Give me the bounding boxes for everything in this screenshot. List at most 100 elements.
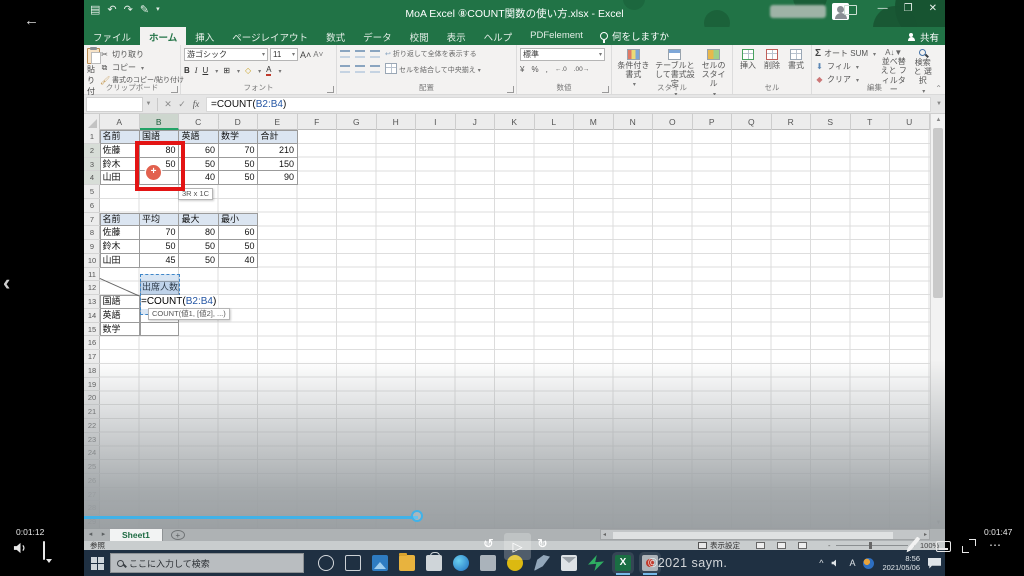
cell-A2[interactable]: 佐藤	[100, 143, 140, 158]
align-bottom-icon[interactable]	[370, 50, 380, 58]
cell-B15[interactable]	[139, 322, 179, 337]
column-header-O[interactable]: O	[653, 114, 693, 130]
cell-A15[interactable]: 数学	[100, 322, 140, 337]
row-header-17[interactable]: 17	[84, 350, 100, 364]
insert-function-button[interactable]: fx	[189, 99, 203, 109]
column-header-L[interactable]: L	[535, 114, 574, 130]
taskbar-icon-store[interactable]	[426, 552, 442, 571]
row-header-23[interactable]: 23	[84, 433, 100, 447]
formula-input[interactable]: =COUNT(B2:B4)	[206, 96, 931, 112]
cell-D8[interactable]: 60	[218, 226, 258, 241]
start-button[interactable]	[84, 550, 110, 576]
column-header-F[interactable]: F	[298, 114, 337, 130]
taskbar-icon-feather-app[interactable]	[534, 555, 550, 571]
cell-D4[interactable]: 50	[218, 171, 258, 186]
ime-indicator[interactable]: A	[849, 558, 855, 568]
vertical-scrollbar[interactable]: ▲ ▼	[930, 114, 945, 529]
scroll-up-icon[interactable]: ▲	[931, 114, 945, 126]
forward-30-button[interactable]: ↻ 30	[537, 537, 548, 550]
horizontal-scrollbar[interactable]: ◂ ▸	[600, 529, 930, 540]
mute-button[interactable]	[13, 541, 28, 559]
font-name-select[interactable]: 游ゴシック	[184, 48, 268, 61]
taskbar-search-input[interactable]: ここに入力して検索	[110, 553, 304, 573]
editing-cell-B13[interactable]: =COUNT(B2:B4)	[141, 295, 219, 309]
subtitles-button[interactable]	[936, 541, 951, 552]
page-layout-view-icon[interactable]	[777, 542, 786, 549]
font-size-select[interactable]: 11	[270, 48, 298, 61]
hscroll-left-icon[interactable]: ◂	[603, 530, 606, 540]
shrink-font-button[interactable]: A˅	[313, 50, 323, 59]
row-header-16[interactable]: 16	[84, 336, 100, 350]
cell-A7[interactable]: 名前	[100, 212, 140, 227]
taskbar-icon-mail[interactable]	[561, 555, 577, 571]
copy-button[interactable]: ⧉ コピー	[100, 62, 184, 73]
cell-E3[interactable]: 150	[258, 157, 298, 172]
ribbon-tab-PDFelement[interactable]: PDFelement	[521, 27, 592, 45]
cell-C7[interactable]: 最大	[179, 212, 219, 227]
cell-E1[interactable]: 合計	[258, 130, 298, 144]
row-header-28[interactable]: 28	[84, 501, 100, 515]
row-header-2[interactable]: 2	[84, 143, 100, 158]
cell-E4[interactable]: 90	[258, 171, 298, 186]
ribbon-tab-挿入[interactable]: 挿入	[186, 27, 223, 45]
cell-C8[interactable]: 80	[179, 226, 219, 241]
row-header-18[interactable]: 18	[84, 364, 100, 378]
column-headers[interactable]: ABCDEFGHIJKLMNOPQRSTU	[84, 114, 930, 130]
column-header-M[interactable]: M	[574, 114, 614, 130]
comma-format-button[interactable]: ,	[546, 65, 548, 74]
row-header-3[interactable]: 3	[84, 157, 100, 172]
cell-A9[interactable]: 鈴木	[100, 240, 140, 254]
cell-D3[interactable]: 50	[218, 157, 258, 172]
ribbon-tab-表示[interactable]: 表示	[438, 27, 475, 45]
seekbar-handle[interactable]	[411, 510, 423, 522]
page-break-view-icon[interactable]	[798, 542, 807, 549]
horizontal-scroll-thumb[interactable]	[613, 531, 893, 539]
sheet-tab-sheet1[interactable]: Sheet1	[110, 529, 163, 541]
zoom-out-icon[interactable]: -	[828, 541, 831, 550]
row-header-9[interactable]: 9	[84, 240, 100, 254]
row-header-14[interactable]: 14	[84, 309, 100, 323]
row-header-20[interactable]: 20	[84, 391, 100, 405]
cell-D2[interactable]: 70	[218, 143, 258, 158]
ribbon-display-options-icon[interactable]	[844, 5, 857, 15]
annotate-button[interactable]	[907, 536, 921, 551]
hscroll-right-icon[interactable]: ▸	[924, 530, 927, 540]
select-all-corner[interactable]	[84, 114, 100, 130]
row-header-4[interactable]: 4	[84, 171, 100, 185]
seekbar-progress[interactable]	[84, 516, 418, 519]
cell-A1[interactable]: 名前	[100, 130, 140, 144]
collapse-ribbon-icon[interactable]: ⌃	[935, 84, 942, 93]
cell-A10[interactable]: 山田	[100, 253, 140, 268]
bold-button[interactable]: B	[184, 66, 190, 75]
row-headers[interactable]: 1 2 3 4 5 6 7 8 9 10 11 12 13 14 15 16 17 18 19 20 21 22 23 24 2…	[84, 130, 100, 529]
tray-speaker-icon[interactable]	[831, 558, 841, 568]
row-header-21[interactable]: 21	[84, 405, 100, 419]
taskbar-icon-task-view[interactable]	[345, 555, 361, 571]
delete-cells-button[interactable]: 削除	[760, 49, 784, 71]
column-header-C[interactable]: C	[179, 114, 219, 130]
borders-button[interactable]: ⊞	[223, 66, 230, 75]
wrap-text-button[interactable]: ↩ 折り返して全体を表示する	[385, 49, 477, 59]
ribbon-tab-ファイル[interactable]: ファイル	[84, 27, 140, 45]
row-header-11[interactable]: 11	[84, 268, 100, 282]
minimize-button[interactable]: —	[878, 3, 888, 14]
restore-button[interactable]: ❐	[904, 3, 913, 14]
taskbar-clock[interactable]: 8:56 2021/05/06	[882, 554, 920, 573]
column-header-B[interactable]: B	[139, 114, 179, 130]
column-header-R[interactable]: R	[772, 114, 811, 130]
decrease-decimal-button[interactable]: .00→	[574, 66, 590, 73]
alignment-dialog-launcher[interactable]	[507, 86, 514, 93]
ribbon-tab-ホーム[interactable]: ホーム	[140, 27, 187, 45]
cell-B9[interactable]: 50	[139, 240, 179, 254]
cell-B10[interactable]: 45	[139, 253, 179, 268]
column-header-A[interactable]: A	[100, 114, 140, 130]
align-left-icon[interactable]	[340, 65, 350, 73]
cell-B8[interactable]: 70	[139, 226, 179, 241]
column-header-Q[interactable]: Q	[732, 114, 772, 130]
formula-bar-expand-icon[interactable]: ▼	[933, 101, 945, 107]
weather-tray-icon[interactable]	[863, 557, 875, 569]
taskbar-icon-excel[interactable]: X	[615, 555, 631, 575]
column-header-J[interactable]: J	[456, 114, 495, 130]
row-header-8[interactable]: 8	[84, 226, 100, 240]
more-options-button[interactable]: ⋯	[989, 538, 1002, 552]
